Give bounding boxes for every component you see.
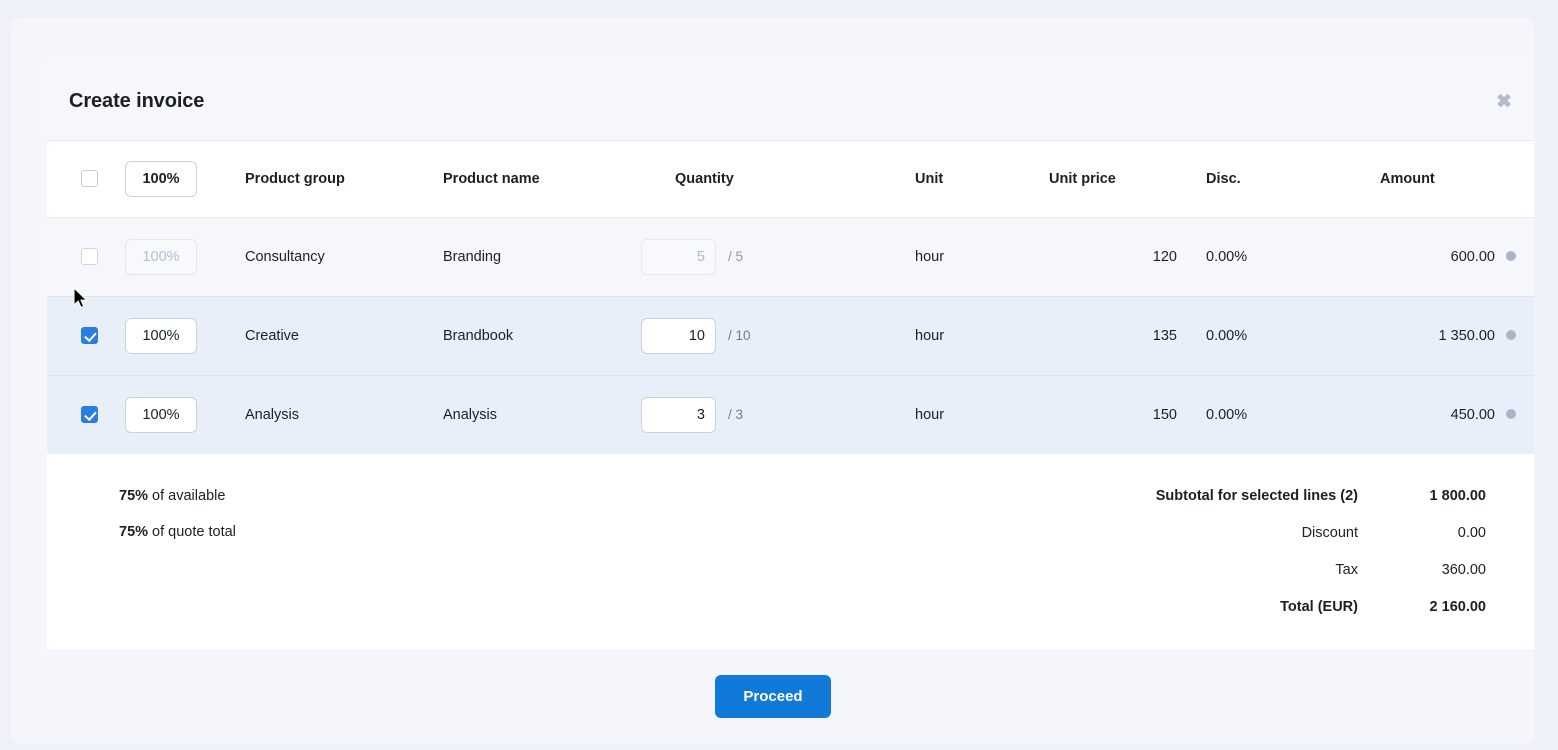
cell-unit-price: 135 — [1049, 296, 1204, 376]
total-label: Tax — [1335, 562, 1358, 578]
summary-line: 75% of available — [119, 488, 236, 504]
cell-product-name: Branding — [443, 217, 641, 297]
status-dot-icon — [1506, 329, 1516, 340]
create-invoice-dialog: Create invoice ✖ 100% Product group Prod… — [11, 18, 1535, 744]
status-dot-icon — [1506, 408, 1516, 419]
quantity-max-label: / 5 — [728, 249, 744, 264]
cell-product-group: Consultancy — [245, 217, 443, 297]
proceed-button[interactable]: Proceed — [715, 675, 831, 718]
header-discount: Disc. — [1204, 141, 1354, 218]
dialog-header: Create invoice ✖ — [47, 63, 1534, 141]
table-row[interactable]: 100% Creative Brandbook 10 / 10 hour 135 0.00% 1… — [47, 296, 1534, 376]
row-percent-input[interactable]: 100% — [125, 317, 197, 354]
header-unit-price: Unit price — [1049, 141, 1204, 218]
table-body: 100% Consultancy Branding 5/ 5 hour 120 0.00% 6… — [47, 217, 1534, 454]
cell-discount: 0.00% — [1204, 296, 1354, 376]
cell-quantity: 5 / 5 — [641, 217, 889, 297]
quantity-max-label: / 10 — [728, 328, 751, 343]
total-value: 2 160.00 — [1429, 599, 1486, 615]
total-row: Tax 360.00 — [1104, 562, 1486, 578]
cell-discount: 0.00% — [1204, 217, 1354, 297]
header-quantity: Quantity — [641, 141, 889, 218]
global-percent-input[interactable]: 100% — [125, 160, 197, 197]
amount-value: 1 350.00 — [1438, 327, 1495, 344]
total-row: Discount 0.00 — [1104, 525, 1486, 541]
header-unit: Unit — [889, 141, 1049, 218]
cell-product-group: Analysis — [245, 406, 299, 423]
cell-amount: 1 350.00 — [1354, 296, 1534, 376]
summary-percent: 75% — [119, 524, 149, 540]
quantity-wrap: 10 / 10 — [641, 317, 889, 354]
row-percent-cell: 100% — [125, 217, 245, 297]
total-row: Total (EUR) 2 160.00 — [1104, 599, 1486, 615]
cell-amount: 600.00 — [1354, 217, 1534, 297]
summary-percent: 75% — [119, 488, 149, 504]
row-select-cell — [47, 217, 125, 297]
close-icon[interactable]: ✖ — [1496, 92, 1512, 111]
quantity-input[interactable]: 5 — [641, 238, 716, 275]
cell-quantity: 3 / 3 — [641, 375, 889, 454]
cell-discount: 0.00% — [1206, 406, 1248, 423]
cell-amount: 450.00 — [1354, 375, 1534, 454]
row-percent-cell: 100% — [125, 375, 245, 454]
total-value: 0.00 — [1457, 525, 1486, 541]
table-row[interactable]: 100% Analysis Analysis 3 / 3 hour 150 0.00% 450.… — [47, 375, 1534, 454]
row-select-cell — [47, 296, 125, 376]
cell-product-name: Analysis — [443, 406, 497, 423]
amount-value: 450.00 — [1450, 406, 1495, 423]
quantity-input[interactable]: 3 — [641, 396, 716, 433]
select-all-checkbox[interactable] — [81, 170, 98, 188]
summary-totals: Subtotal for selected lines (2) 1 800.00 D… — [1104, 488, 1534, 672]
invoice-lines-table: 100% Product group Product name Quantity… — [47, 141, 1534, 454]
dialog-footer: Proceed — [11, 649, 1535, 744]
row-percent-input[interactable]: 100% — [125, 238, 197, 275]
cell-quantity: 10 / 10 — [641, 296, 889, 376]
header-select-all-cell — [47, 141, 125, 218]
row-percent-cell: 100% — [125, 296, 245, 376]
table-row[interactable]: 100% Consultancy Branding 5 / 5 hour 120 0.00% 6… — [47, 217, 1534, 297]
total-label: Subtotal for selected lines (2) — [1155, 488, 1358, 504]
amount-value: 600.00 — [1450, 248, 1495, 265]
cell-product-name: Brandbook — [443, 296, 641, 376]
row-select-checkbox[interactable] — [81, 406, 98, 424]
header-product-group: Product group — [245, 141, 443, 218]
cell-unit: hour — [889, 217, 1049, 297]
page-title: Create invoice — [69, 90, 205, 112]
status-dot-icon — [1506, 250, 1516, 261]
cell-unit: hour — [889, 296, 1049, 376]
quantity-wrap: 5 / 5 — [641, 238, 889, 275]
table-head: 100% Product group Product name Quantity… — [47, 141, 1534, 218]
summary-left: 75% of available 75% of quote total — [47, 488, 236, 672]
cell-unit: hour — [915, 406, 945, 423]
row-select-cell — [47, 375, 125, 454]
quantity-input[interactable]: 10 — [641, 317, 716, 354]
summary-line-text: of available — [148, 488, 226, 504]
header-product-name: Product name — [443, 141, 641, 218]
summary-section: 75% of available 75% of quote total Subto… — [47, 454, 1534, 672]
header-percent-cell: 100% — [125, 141, 245, 218]
cell-product-group: Creative — [245, 296, 443, 376]
row-select-checkbox[interactable] — [81, 248, 98, 265]
summary-line: 75% of quote total — [119, 524, 236, 540]
cell-unit-price: 120 — [1049, 217, 1204, 297]
row-percent-input[interactable]: 100% — [125, 396, 197, 433]
total-value: 1 800.00 — [1429, 488, 1486, 504]
summary-line-text: of quote total — [148, 524, 236, 540]
total-value: 360.00 — [1441, 562, 1486, 578]
page-root: Create invoice ✖ 100% Product group Prod… — [0, 0, 1558, 750]
total-label: Total (EUR) — [1280, 599, 1358, 615]
quantity-max-label: / 3 — [728, 407, 744, 423]
total-row: Subtotal for selected lines (2) 1 800.00 — [1104, 488, 1486, 504]
quantity-wrap: 3 / 3 — [641, 396, 889, 433]
total-label: Discount — [1301, 525, 1358, 541]
row-select-checkbox[interactable] — [81, 327, 98, 344]
cell-unit-price: 150 — [1152, 406, 1177, 423]
header-amount: Amount — [1354, 141, 1534, 218]
table-header-row: 100% Product group Product name Quantity… — [47, 141, 1534, 218]
dialog-card: Create invoice ✖ 100% Product group Prod… — [47, 63, 1534, 672]
